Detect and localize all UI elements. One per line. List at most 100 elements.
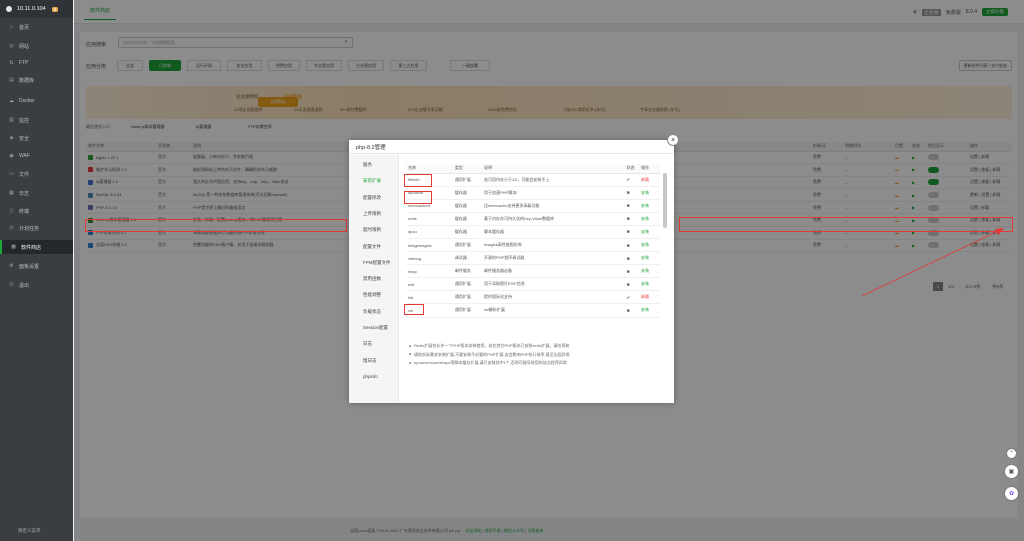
ext-action[interactable]: 卸载 bbox=[639, 173, 660, 187]
ext-type: 通用扩展 bbox=[452, 303, 482, 318]
extension-row: imap 邮件服务 邮件服务器必备 ✖ 安装 bbox=[406, 264, 660, 279]
modal-nav-item[interactable]: 日志 bbox=[363, 341, 372, 347]
ext-name: exif bbox=[406, 277, 453, 292]
sidebar-item-1[interactable]: ⌂ 首页 bbox=[0, 20, 73, 34]
modal-nav-item[interactable]: 配置文件 bbox=[363, 244, 381, 250]
sidebar-item-label: 计划任务 bbox=[19, 225, 40, 232]
modal-nav-item[interactable]: 慢日志 bbox=[363, 358, 377, 364]
ext-desc: 邮件服务器必备 bbox=[481, 264, 625, 279]
ext-desc: 若可用内存小于1G，可能会安装不上 bbox=[481, 173, 625, 187]
log-icon: ▦ bbox=[9, 190, 14, 196]
shield-icon: ◈ bbox=[9, 135, 14, 141]
sidebar-item-15[interactable]: ⏻ 退出 bbox=[0, 278, 73, 292]
ext-status: ✔ bbox=[624, 173, 640, 187]
ext-action[interactable]: 安装 bbox=[639, 238, 660, 253]
ext-desc: 用于加速PHP脚本! bbox=[481, 186, 625, 200]
sidebar-item-2[interactable]: ◎ 网站 bbox=[0, 39, 73, 53]
ext-action[interactable]: 安装 bbox=[639, 251, 660, 266]
sidebar-item-7[interactable]: ◈ 安全 bbox=[0, 131, 73, 145]
ext-type: 缓存器 bbox=[452, 225, 482, 239]
sidebar-item-10[interactable]: ▦ 日志 bbox=[0, 186, 73, 200]
modal-nav-item[interactable]: Session配置 bbox=[363, 325, 388, 331]
sidebar-item-8[interactable]: ◉ WAF bbox=[0, 149, 73, 163]
waf-icon: ◉ bbox=[9, 153, 14, 159]
ext-type: 通用扩展 bbox=[452, 173, 482, 187]
sidebar-item-label: 日志 bbox=[19, 190, 30, 197]
custom-menu-link[interactable]: 阴定义菜单 bbox=[0, 521, 73, 541]
store-icon: ▩ bbox=[11, 244, 16, 250]
modal-nav: 服务安装扩展配置修改上传限制超时限制配置文件 FPM配置文件 禁用函数性能调整负载状… bbox=[349, 155, 399, 403]
ext-column-header: 说明 bbox=[481, 164, 625, 174]
extension-row: intl 通用扩展 提供国际化支持 ✔ 卸载 bbox=[406, 290, 660, 305]
sidebar-item-4[interactable]: ▤ 数据库 bbox=[0, 73, 73, 87]
close-icon[interactable]: × bbox=[667, 134, 679, 146]
ext-type: 缓存器 bbox=[452, 186, 482, 200]
ext-column-header: 类型 bbox=[452, 164, 482, 174]
clock-icon: ◷ bbox=[9, 225, 14, 231]
assistant-icon[interactable]: ✿ bbox=[1005, 487, 1018, 500]
ext-column-header: 操作 bbox=[639, 164, 660, 174]
modal-nav-item[interactable]: 安装扩展 bbox=[363, 178, 381, 184]
modal-nav-item[interactable]: 禁用函数 bbox=[363, 276, 381, 282]
ext-action[interactable]: 安装 bbox=[639, 303, 660, 318]
modal-nav-item[interactable]: FPM配置文件 bbox=[363, 260, 391, 266]
extension-row: exif 通用扩展 用于读取图片EXIF信息 ✖ 安装 bbox=[406, 277, 660, 292]
ext-status: ✖ bbox=[624, 225, 640, 239]
ext-action[interactable]: 安装 bbox=[639, 264, 660, 279]
modal-nav-item[interactable]: 配置修改 bbox=[363, 195, 381, 201]
note-item: Redis扩展仅允许一个PHP版本安装使用，若在其它PHP版本已安装redis扩… bbox=[409, 342, 570, 351]
sidebar-item-11[interactable]: ▯ 终端 bbox=[0, 204, 73, 218]
modal-nav-item[interactable]: 性能调整 bbox=[363, 292, 381, 298]
extension-scrollbar[interactable] bbox=[663, 173, 667, 228]
ext-status: ✖ bbox=[624, 251, 640, 266]
ext-status: ✖ bbox=[624, 199, 640, 213]
modal-nav-item[interactable]: 超时限制 bbox=[363, 227, 381, 233]
ext-action[interactable]: 卸载 bbox=[639, 290, 660, 305]
ext-desc: Imagick高性能图形库 bbox=[481, 238, 625, 253]
home-icon: ⌂ bbox=[9, 24, 14, 30]
server-ip: 10.11.0.104 bbox=[17, 6, 46, 12]
extension-row: memcached 缓存器 比memcache支持更多高级功能 ✖ 安装 bbox=[406, 199, 660, 213]
sidebar-item-14[interactable]: ⚙ 面板设置 bbox=[0, 259, 73, 273]
opcache-highlight bbox=[404, 191, 432, 204]
ext-action[interactable]: 安装 bbox=[639, 186, 660, 200]
sidebar-item-13[interactable]: ▩ 软件商店 bbox=[0, 240, 73, 254]
extension-row: opcache 缓存器 用于加速PHP脚本! ✖ 安装 bbox=[406, 186, 660, 200]
sidebar-item-label: 安全 bbox=[19, 135, 30, 142]
ext-type: 通用扩展 bbox=[452, 277, 482, 292]
ext-action[interactable]: 安装 bbox=[639, 225, 660, 239]
modal-nav-item[interactable]: phpinfo bbox=[363, 374, 378, 379]
modal-nav-item[interactable]: 服务 bbox=[363, 162, 372, 168]
modal-title: php-8.2管理 bbox=[349, 140, 674, 154]
php-row-highlight bbox=[85, 219, 347, 232]
docker-icon: ☁ bbox=[9, 98, 14, 104]
ext-action[interactable]: 安装 bbox=[639, 212, 660, 226]
sidebar-item-3[interactable]: ⇅ FTP bbox=[0, 56, 73, 70]
server-badge[interactable]: 0 bbox=[51, 6, 59, 12]
sidebar-item-9[interactable]: ▭ 文件 bbox=[0, 167, 73, 181]
ext-action[interactable]: 安装 bbox=[639, 199, 660, 213]
ext-desc: 开源的PHP程序调试器 bbox=[481, 251, 625, 266]
ext-status: ✔ bbox=[624, 290, 640, 305]
sidebar-item-5[interactable]: ☁ Docker bbox=[0, 94, 73, 108]
ext-type: 通用扩展 bbox=[452, 238, 482, 253]
sidebar-item-6[interactable]: ▥ 监控 bbox=[0, 113, 73, 127]
scroll-top-icon[interactable]: ⌃ bbox=[1007, 449, 1016, 458]
sidebar-item-12[interactable]: ◷ 计划任务 bbox=[0, 221, 73, 235]
notification-icon[interactable]: ▣ bbox=[1005, 465, 1018, 478]
sidebar-item-label: 文件 bbox=[19, 171, 30, 178]
extension-row: fileinfo 通用扩展 若可用内存小于1G，可能会安装不上 ✔ 卸载 bbox=[406, 173, 660, 187]
extension-table: 名称 类型 说明 状态 操作 fileinfo 通用扩展 若可用内存小于1G，可能会安装不上… bbox=[406, 164, 660, 318]
sidebar-item-label: 网站 bbox=[19, 43, 30, 50]
sidebar-item-label: 退出 bbox=[19, 282, 30, 289]
modal-nav-item[interactable]: 负载状态 bbox=[363, 309, 381, 315]
sidebar-item-label: 监控 bbox=[19, 117, 30, 124]
sidebar-item-label: WAF bbox=[19, 153, 30, 159]
logout-icon: ⏻ bbox=[9, 282, 14, 288]
extension-row: imagemagick 通用扩展 Imagick高性能图形库 ✖ 安装 bbox=[406, 238, 660, 253]
modal-nav-item[interactable]: 上传限制 bbox=[363, 211, 381, 217]
sidebar-item-label: FTP bbox=[19, 60, 29, 66]
extension-row: redis 缓存器 基于内存亦可持久化的Key-Value数据库 ✖ 安装 bbox=[406, 212, 660, 226]
folder-icon: ▭ bbox=[9, 171, 14, 177]
ext-action[interactable]: 安装 bbox=[639, 277, 660, 292]
